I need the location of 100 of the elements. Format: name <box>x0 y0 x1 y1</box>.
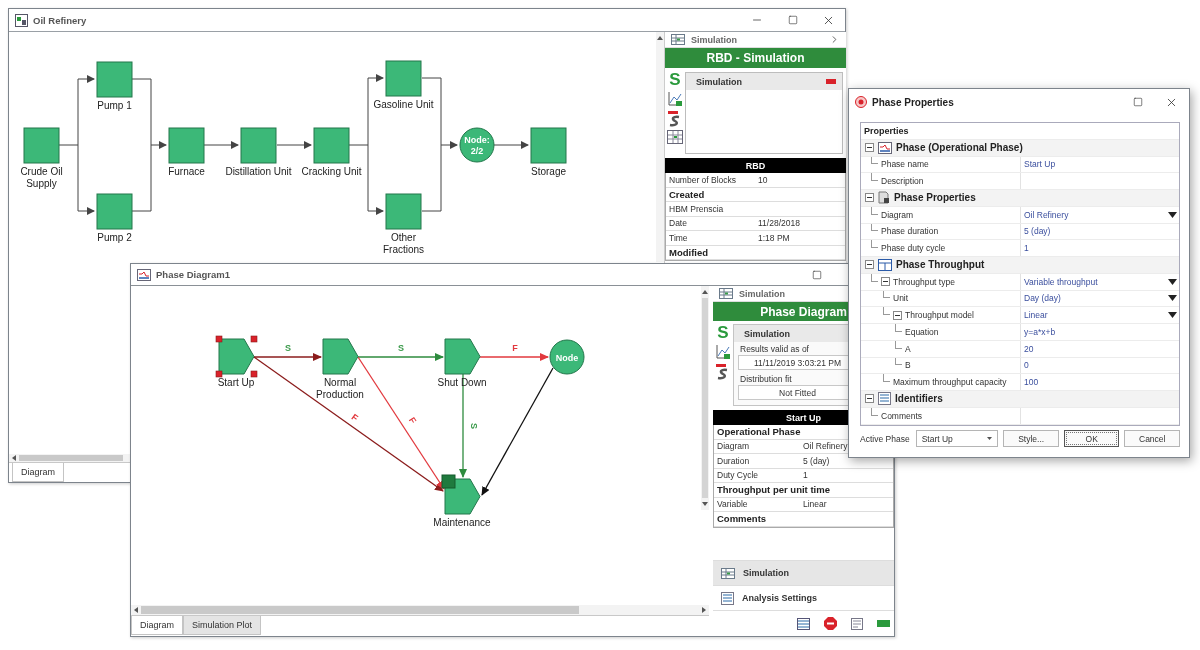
block-label: Pump 1 <box>97 100 132 111</box>
vertical-scrollbar[interactable] <box>701 286 709 510</box>
list-item[interactable]: Simulation <box>696 76 742 87</box>
horizontal-scrollbar[interactable] <box>9 454 130 462</box>
block-label: Furnace <box>168 166 205 177</box>
block-label: Distillation Unit <box>225 166 292 177</box>
property-label: Equation <box>905 326 939 337</box>
node-label: Node: 2/2 <box>464 135 490 156</box>
simulate-icon[interactable]: S <box>669 71 681 88</box>
field-label: Results valid as of <box>739 343 810 355</box>
dialog-button[interactable]: Style... <box>1003 430 1059 447</box>
table-cell-text: 10 <box>757 174 769 185</box>
transition-label: F <box>406 415 419 426</box>
table-cell-text: Diagram <box>716 441 751 452</box>
collapse-icon[interactable] <box>865 394 874 404</box>
table-cell-text: 11/28/2018 <box>757 218 801 229</box>
section-heading: Throughput per unit time <box>716 484 831 496</box>
property-value[interactable]: Day (day) <box>1024 293 1061 304</box>
phase-block[interactable] <box>444 338 481 375</box>
transition-arrow[interactable] <box>253 353 322 361</box>
field-label: Active Phase <box>860 433 910 444</box>
tab[interactable]: Diagram <box>12 463 64 482</box>
phase-dropdown[interactable]: Start Up <box>915 430 999 447</box>
property-value[interactable]: Variable throughput <box>1024 276 1098 287</box>
table-cell-text: 5 (day) <box>802 455 831 466</box>
collapse-icon[interactable] <box>893 310 902 320</box>
transition-arrow[interactable] <box>357 353 444 361</box>
transition-label: S <box>398 343 404 353</box>
node-circle[interactable] <box>549 339 585 375</box>
transition-label: F <box>512 343 518 353</box>
block-label: Cracking Unit <box>301 166 362 177</box>
property-row[interactable]: Equation y=a*x+b <box>861 324 1179 341</box>
property-row[interactable]: Description <box>861 173 1179 190</box>
table-cell-text: HBM Prenscia <box>668 203 725 214</box>
table-cell-text: Variable <box>716 499 749 510</box>
table-cell-text: Time <box>668 232 689 243</box>
property-label: Description <box>881 176 924 187</box>
property-value[interactable]: Linear <box>1024 310 1048 321</box>
block-label: Gasoline Unit <box>373 99 434 110</box>
property-label: Diagram <box>881 209 914 220</box>
tab[interactable]: Diagram <box>131 616 183 635</box>
category-heading: Phase (Operational Phase) <box>896 142 1023 154</box>
field-label: Distribution fit <box>739 373 793 385</box>
collapse-icon[interactable] <box>865 143 874 153</box>
section-heading: Comments <box>716 513 768 525</box>
dropdown-arrow-icon <box>1168 312 1177 319</box>
category-heading: Phase Throughput <box>896 259 985 271</box>
block-label: Storage <box>531 166 566 177</box>
section-heading: Created <box>668 188 706 200</box>
grid-title: Properties <box>863 125 909 136</box>
document-icon <box>878 191 890 205</box>
property-label: Phase duty cycle <box>881 243 946 254</box>
table-cell-text: 1 <box>802 470 809 481</box>
list-icon[interactable] <box>851 617 863 630</box>
section-heading: Modified <box>668 246 710 258</box>
property-value[interactable]: Start Up <box>1024 159 1056 170</box>
section-heading: Operational Phase <box>716 426 802 438</box>
property-value[interactable]: 5 (day) <box>1024 226 1051 237</box>
transition-label: S <box>285 343 291 353</box>
window-title: Phase Diagram1 <box>156 269 230 280</box>
dropdown-arrow-icon <box>1168 295 1177 302</box>
collapse-icon[interactable] <box>865 260 874 270</box>
table-icon[interactable] <box>797 617 810 630</box>
grid-icon <box>667 130 683 144</box>
property-value[interactable]: 20 <box>1024 343 1034 354</box>
phase-block[interactable] <box>441 474 481 515</box>
nav-item[interactable]: Simulation <box>713 560 894 585</box>
property-label: Throughput type <box>893 276 955 287</box>
phase-block[interactable] <box>215 335 258 378</box>
phase-block[interactable] <box>322 338 359 375</box>
property-row[interactable]: Maximum throughput capacity 100 <box>861 374 1179 391</box>
block-label: Pump 2 <box>97 232 132 243</box>
property-row[interactable]: Phase duty cycle 1 <box>861 240 1179 257</box>
table-cell-text: Linear <box>802 499 828 510</box>
collapse-icon[interactable] <box>865 193 874 203</box>
stop-icon[interactable] <box>824 617 837 630</box>
property-value[interactable]: 1 <box>1024 243 1029 254</box>
table-cell-text: Number of Blocks <box>668 174 738 185</box>
transition-arrow[interactable] <box>479 353 549 361</box>
property-label: Maximum throughput capacity <box>893 377 1007 388</box>
collapse-icon[interactable] <box>881 277 890 287</box>
property-value[interactable]: 0 <box>1024 360 1029 371</box>
node-circle[interactable] <box>459 127 495 163</box>
property-value[interactable]: Oil Refinery <box>1024 209 1069 220</box>
property-row[interactable]: Throughput model Linear <box>861 307 1179 324</box>
dropdown-arrow-icon <box>1168 278 1177 285</box>
block-label: Other Fractions <box>382 232 425 255</box>
horizontal-scrollbar[interactable] <box>131 605 709 615</box>
property-value[interactable]: y=a*x+b <box>1024 326 1056 337</box>
dialog-button[interactable]: OK <box>1063 430 1120 447</box>
dialog-button[interactable]: Cancel <box>1124 430 1180 447</box>
app-icon <box>15 13 28 27</box>
tab[interactable]: Simulation Plot <box>183 616 262 635</box>
phase-label: Maintenance <box>433 517 491 528</box>
property-label: Phase name <box>881 159 929 170</box>
maximize-icon <box>812 269 822 280</box>
group-title: Simulation <box>744 328 790 339</box>
simulate-icon[interactable]: S <box>717 324 729 341</box>
property-value[interactable]: 100 <box>1024 377 1039 388</box>
vertical-scrollbar[interactable] <box>656 32 664 262</box>
